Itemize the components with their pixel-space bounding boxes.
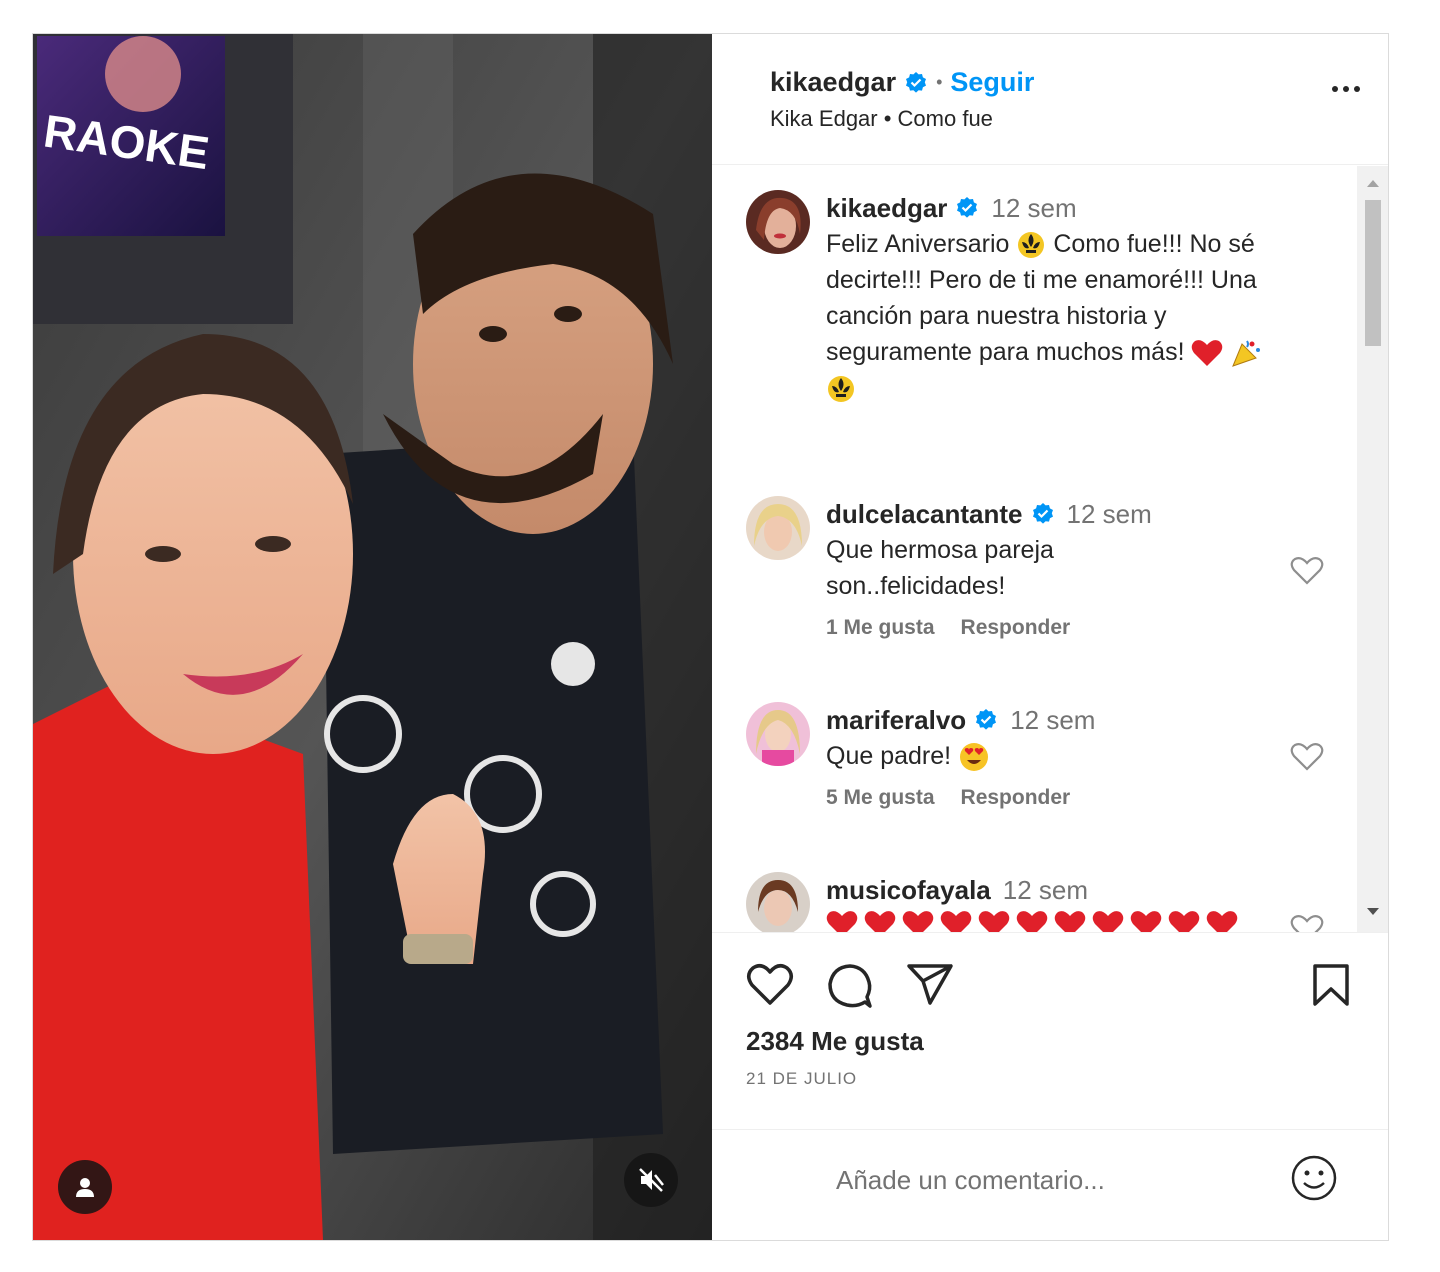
red-heart-emoji: [1092, 911, 1124, 932]
comment-icon[interactable]: [827, 963, 873, 1009]
caption-text: Feliz Aniversario Como fue!!! No sé deci…: [826, 226, 1326, 406]
red-heart-emoji: [902, 911, 934, 932]
comment-time: 12 sem: [1066, 499, 1152, 529]
party-popper-emoji: [1232, 340, 1261, 368]
avatar[interactable]: [746, 190, 810, 254]
header-audio[interactable]: Kika Edgar • Como fue: [770, 106, 993, 132]
header-user: kikaedgar • Seguir: [770, 67, 1034, 98]
scroll-down-icon[interactable]: [1367, 908, 1379, 915]
user-tag-icon: [76, 1178, 94, 1197]
share-icon[interactable]: [906, 963, 954, 1007]
post-date: 21 DE JULIO: [746, 1069, 858, 1088]
like-count[interactable]: 2384 Me gusta: [746, 1026, 924, 1057]
verified-badge-icon: [976, 709, 997, 730]
fleur-de-lis-emoji: [1018, 232, 1045, 259]
scroll-thumb[interactable]: [1365, 200, 1381, 346]
red-heart-emoji: [1054, 911, 1086, 932]
comment-text: [826, 910, 1326, 932]
like-icon[interactable]: [746, 963, 794, 1007]
save-icon[interactable]: [1312, 963, 1350, 1007]
avatar[interactable]: [746, 872, 810, 932]
comment-like-icon[interactable]: [1290, 914, 1324, 932]
red-heart-emoji: [1130, 911, 1162, 932]
header-separator: •: [936, 72, 943, 92]
muted-icon: [639, 1168, 664, 1192]
verified-badge-icon: [957, 197, 978, 218]
post-media[interactable]: RAOKE: [33, 34, 712, 1240]
heart-eyes-emoji: [960, 743, 989, 772]
comments-list[interactable]: kikaedgar 12 sem Feliz Aniversario Como …: [712, 166, 1388, 932]
comment-username[interactable]: musicofayala: [826, 872, 991, 908]
verified-badge-icon: [1032, 503, 1053, 524]
more-options-icon[interactable]: [1332, 86, 1360, 92]
red-heart-emoji: [1192, 340, 1223, 367]
red-heart-emoji: [978, 911, 1010, 932]
red-heart-emoji: [940, 911, 972, 932]
red-heart-emoji: [1016, 911, 1048, 932]
user-tag-button[interactable]: [58, 1160, 112, 1214]
reply-button[interactable]: Responder: [961, 786, 1071, 810]
red-heart-emoji: [826, 911, 858, 932]
follow-button[interactable]: Seguir: [950, 67, 1034, 98]
avatar[interactable]: [746, 702, 810, 766]
comment-username[interactable]: mariferalvo: [826, 702, 966, 738]
comment-like-icon[interactable]: [1290, 742, 1324, 772]
comment-likes[interactable]: 1 Me gusta: [826, 616, 935, 640]
comment-time: 12 sem: [1002, 875, 1089, 905]
add-comment-bar: [712, 1129, 1388, 1241]
caption-username[interactable]: kikaedgar: [826, 190, 947, 226]
comment-time: 12 sem: [1010, 705, 1096, 735]
comment-text: Que hermosa pareja son..felicidades!: [826, 536, 1054, 600]
comment-username[interactable]: dulcelacantante: [826, 496, 1023, 532]
red-heart-emoji: [864, 911, 896, 932]
instagram-post: RAOKE kikaedgar • Seguir Kika Edgar • Co…: [32, 33, 1389, 1241]
comments-scrollbar[interactable]: [1357, 166, 1388, 932]
red-heart-emoji: [1206, 911, 1238, 932]
post-actions: 2384 Me gusta 21 DE JULIO: [712, 932, 1388, 1240]
post-sidebar: kikaedgar • Seguir Kika Edgar • Como fue: [712, 34, 1388, 1240]
post-photo: RAOKE: [33, 34, 712, 1240]
caption-time: 12 sem: [991, 193, 1077, 223]
comment-text: Que padre!: [826, 738, 1326, 774]
red-heart-emoji: [1168, 911, 1200, 932]
scroll-up-icon[interactable]: [1367, 180, 1379, 187]
comment-like-icon[interactable]: [1290, 556, 1324, 586]
header-username[interactable]: kikaedgar: [770, 67, 896, 98]
mute-button[interactable]: [624, 1153, 678, 1207]
reply-button[interactable]: Responder: [961, 616, 1071, 640]
comment-likes[interactable]: 5 Me gusta: [826, 786, 935, 810]
fleur-de-lis-emoji: [828, 376, 854, 403]
avatar[interactable]: [746, 496, 810, 560]
comment-input[interactable]: [836, 1160, 1256, 1200]
post-header: kikaedgar • Seguir Kika Edgar • Como fue: [712, 34, 1388, 165]
emoji-icon[interactable]: [1290, 1154, 1338, 1202]
verified-badge-icon: [906, 71, 927, 93]
